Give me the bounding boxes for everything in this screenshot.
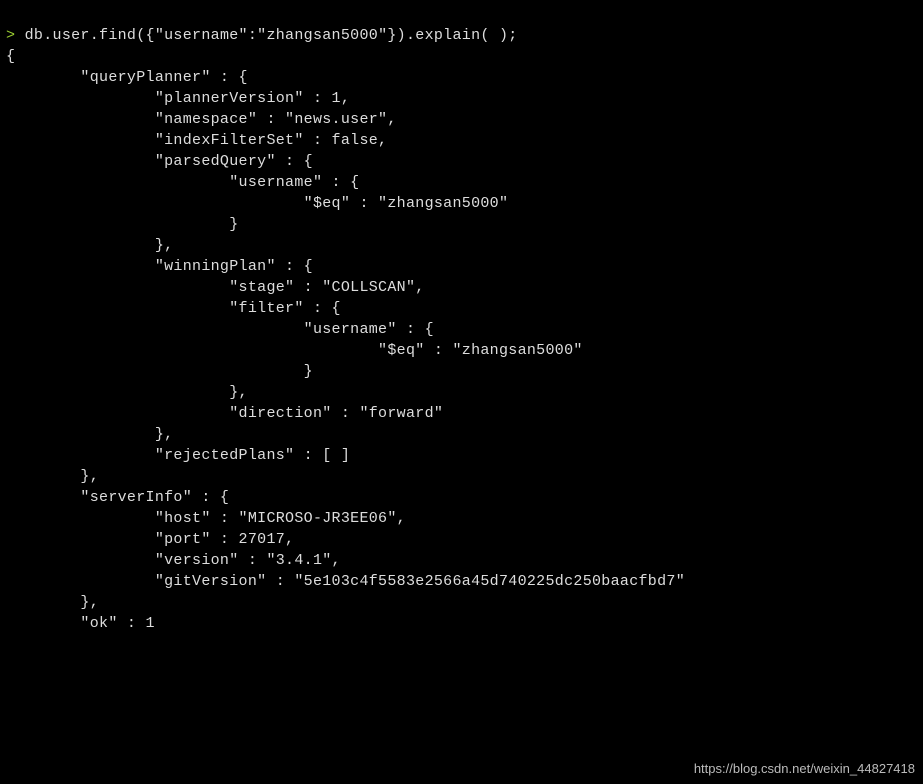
shell-prompt: >: [6, 27, 15, 44]
watermark-text: https://blog.csdn.net/weixin_44827418: [694, 760, 915, 778]
terminal-output: > db.user.find({"username":"zhangsan5000…: [0, 0, 923, 659]
command-line: db.user.find({"username":"zhangsan5000"}…: [15, 27, 517, 44]
explain-output-block: { "queryPlanner" : { "plannerVersion" : …: [6, 46, 917, 634]
